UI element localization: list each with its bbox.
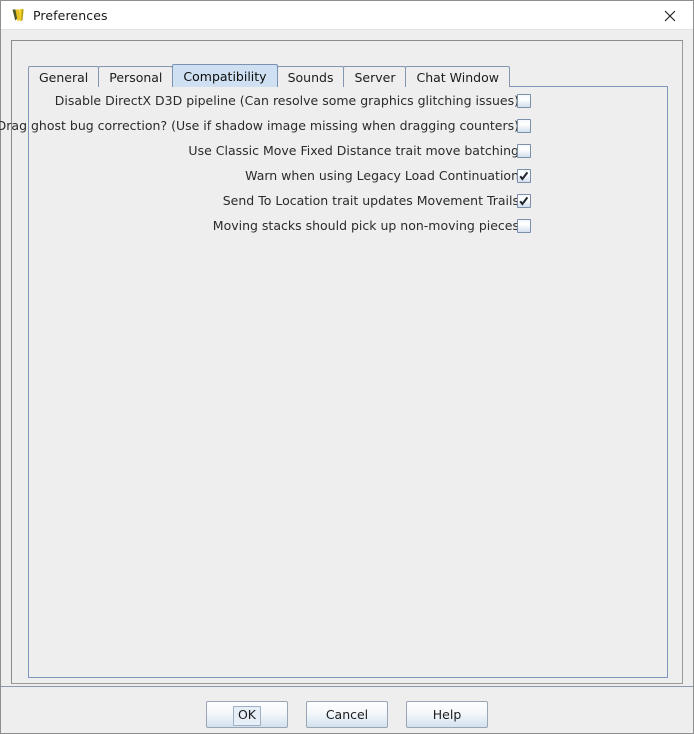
pref-label: Use Classic Move Fixed Distance trait mo… xyxy=(188,143,519,158)
tab-chat-window[interactable]: Chat Window xyxy=(405,66,510,87)
tab-label: Sounds xyxy=(287,69,334,85)
cancel-button[interactable]: Cancel xyxy=(306,700,388,728)
pref-row-send-to-location: Send To Location trait updates Movement … xyxy=(29,193,667,209)
pref-row-moving-stacks: Moving stacks should pick up non-moving … xyxy=(29,218,667,234)
pref-label: Disable DirectX D3D pipeline (Can resolv… xyxy=(54,93,519,108)
tab-server[interactable]: Server xyxy=(343,66,407,87)
tab-general[interactable]: General xyxy=(28,66,100,87)
close-icon[interactable] xyxy=(647,1,693,30)
checkbox-legacy-load-warning[interactable] xyxy=(517,169,531,183)
tab-strip: General Personal Compatibility Sounds Se… xyxy=(28,64,510,87)
tab-label: Server xyxy=(354,69,396,85)
checkbox-send-to-location[interactable] xyxy=(517,194,531,208)
checkbox-moving-stacks[interactable] xyxy=(517,219,531,233)
title-bar: Preferences xyxy=(1,1,693,30)
pref-row-legacy-load-warning: Warn when using Legacy Load Continuation xyxy=(29,168,667,184)
tab-sounds[interactable]: Sounds xyxy=(276,66,345,87)
button-label: Help xyxy=(432,706,462,722)
pref-label: Send To Location trait updates Movement … xyxy=(222,193,519,208)
preferences-dialog: Preferences General Personal Compatibili… xyxy=(0,0,694,734)
button-bar-separator xyxy=(1,686,693,688)
pref-row-classic-move: Use Classic Move Fixed Distance trait mo… xyxy=(29,143,667,159)
tab-label: General xyxy=(39,69,89,85)
vassal-logo-icon xyxy=(10,7,27,24)
compatibility-panel: Disable DirectX D3D pipeline (Can resolv… xyxy=(0,86,668,678)
pref-label: Warn when using Legacy Load Continuation xyxy=(245,168,519,183)
window-title: Preferences xyxy=(33,8,108,23)
dialog-body: General Personal Compatibility Sounds Se… xyxy=(0,30,693,733)
tab-label: Personal xyxy=(109,69,163,85)
pref-label: Moving stacks should pick up non-moving … xyxy=(212,218,519,233)
pref-row-drag-ghost: Drag ghost bug correction? (Use if shado… xyxy=(0,118,667,134)
button-label: OK xyxy=(237,706,257,722)
checkbox-drag-ghost[interactable] xyxy=(517,119,531,133)
tab-personal[interactable]: Personal xyxy=(98,66,174,87)
tab-compatibility[interactable]: Compatibility xyxy=(172,64,278,87)
tab-label: Chat Window xyxy=(416,69,499,85)
checkbox-classic-move[interactable] xyxy=(517,144,531,158)
pref-row-disable-directx: Disable DirectX D3D pipeline (Can resolv… xyxy=(29,93,667,109)
checkbox-disable-directx[interactable] xyxy=(517,94,531,108)
button-label: Cancel xyxy=(325,706,369,722)
ok-button[interactable]: OK xyxy=(206,700,288,728)
help-button[interactable]: Help xyxy=(406,700,488,728)
tab-label: Compatibility xyxy=(183,68,267,84)
content-frame: General Personal Compatibility Sounds Se… xyxy=(0,40,683,684)
button-bar: OK Cancel Help xyxy=(1,695,693,733)
pref-label: Drag ghost bug correction? (Use if shado… xyxy=(0,118,519,133)
